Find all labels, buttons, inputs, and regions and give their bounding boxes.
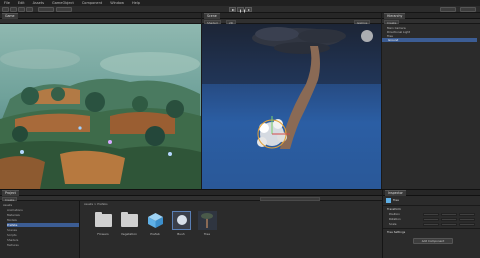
bush-prefab-icon	[172, 211, 191, 230]
scale-y-field[interactable]	[441, 222, 457, 226]
shading-dropdown[interactable]: Shaded	[204, 19, 221, 25]
hierarchy-item-selected[interactable]: Ground	[382, 38, 477, 42]
object-name[interactable]: Tree	[393, 198, 399, 202]
main-toolbar	[0, 6, 480, 14]
divider	[383, 205, 480, 206]
scene-panel: Scene Shaded 2D Gizmos	[202, 13, 381, 189]
asset-label: Flowers	[97, 232, 109, 236]
project-create-button[interactable]: Create	[2, 196, 18, 202]
transform-row-label: Scale	[389, 222, 397, 226]
pause-button[interactable]	[237, 7, 245, 14]
tree-item[interactable]: Scenes	[7, 228, 17, 232]
hierarchy-panel: Hierarchy Create Main Camera Directional…	[382, 13, 480, 189]
rotate-tool-button[interactable]	[18, 7, 25, 12]
layers-dropdown[interactable]	[440, 7, 456, 12]
asset-label: Bush	[177, 232, 185, 236]
position-z-field[interactable]	[459, 212, 475, 216]
tree-item[interactable]: Scripts	[7, 233, 17, 237]
asset-item[interactable]: Tree	[194, 210, 224, 250]
scale-tool-button[interactable]	[26, 7, 33, 12]
position-y-field[interactable]	[441, 212, 457, 216]
hierarchy-create-button[interactable]: Create	[384, 19, 400, 25]
tree-item[interactable]: Materials	[7, 213, 20, 217]
global-toggle[interactable]	[56, 7, 72, 12]
scene-viewport[interactable]	[202, 24, 381, 189]
game-viewport[interactable]	[0, 24, 201, 189]
transform-row-label: Position	[389, 212, 400, 216]
breadcrumb: Assets > Prefabs	[84, 202, 108, 206]
game-panel: Game	[0, 13, 201, 189]
rotation-x-field[interactable]	[423, 217, 439, 221]
hand-tool-button[interactable]	[2, 7, 9, 12]
asset-label: Vegetation	[120, 232, 138, 236]
inspector-tabbar: Inspector	[383, 190, 480, 196]
cube-prefab-icon	[148, 213, 163, 228]
position-x-field[interactable]	[423, 212, 439, 216]
scale-z-field[interactable]	[459, 222, 475, 226]
scale-x-field[interactable]	[423, 222, 439, 226]
asset-label: Prefab	[150, 232, 160, 236]
hierarchy-subbar: Create	[382, 19, 480, 25]
tree-item-selected[interactable]: Prefabs	[7, 223, 79, 227]
folder-icon	[121, 212, 138, 227]
tree-item[interactable]: Animations	[7, 208, 23, 212]
add-component-button[interactable]: Add Component	[413, 238, 453, 244]
gameobject-icon	[386, 198, 391, 203]
gizmos-dropdown[interactable]: Gizmos	[354, 19, 371, 25]
component-header[interactable]: Transform	[387, 207, 401, 211]
project-panel: Project Create Assets Animations Materia…	[0, 190, 382, 258]
project-tree: Assets Animations Materials Models Prefa…	[0, 201, 80, 258]
tree-item[interactable]: Assets	[3, 203, 12, 207]
inspector-panel: Inspector Tree Transform Position Rotati…	[382, 190, 480, 258]
tree-item[interactable]: Shaders	[7, 238, 18, 242]
tree-item[interactable]: Models	[7, 218, 17, 222]
2d-toggle[interactable]: 2D	[226, 19, 236, 25]
tab-inspector[interactable]: Inspector	[385, 190, 406, 196]
asset-label: Tree	[203, 232, 211, 236]
tree-item[interactable]: Textures	[7, 243, 19, 247]
divider	[383, 228, 480, 229]
rotation-z-field[interactable]	[459, 217, 475, 221]
layout-dropdown[interactable]	[460, 7, 476, 12]
transform-row-label: Rotation	[389, 217, 401, 221]
pivot-toggle[interactable]	[38, 7, 54, 12]
step-button[interactable]	[245, 7, 252, 12]
tree-prefab-icon	[198, 211, 217, 230]
rotation-y-field[interactable]	[441, 217, 457, 221]
move-tool-button[interactable]	[10, 7, 17, 12]
project-search-input[interactable]	[260, 196, 320, 201]
play-button[interactable]	[229, 7, 236, 12]
folder-icon	[95, 212, 112, 227]
component-header[interactable]: Tree Settings	[387, 230, 405, 234]
